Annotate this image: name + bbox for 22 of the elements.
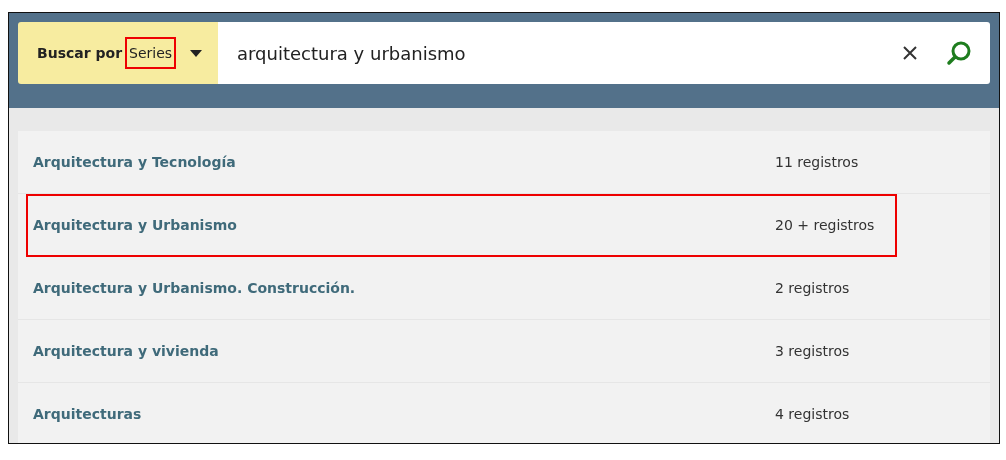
search-icon[interactable]	[946, 40, 972, 66]
result-title[interactable]: Arquitectura y Urbanismo	[33, 217, 775, 233]
result-title[interactable]: Arquitectura y vivienda	[33, 343, 775, 359]
result-count: 11 registros	[775, 154, 860, 170]
result-count: 4 registros	[775, 406, 851, 422]
result-row[interactable]: Arquitectura y vivienda 3 registros	[18, 320, 990, 383]
result-row[interactable]: Arquitectura y Urbanismo 20 + registros	[26, 194, 897, 257]
search-input[interactable]: arquitectura y urbanismo	[218, 22, 990, 84]
scope-value: Series	[125, 37, 177, 69]
result-row[interactable]: Arquitecturas 4 registros	[18, 383, 990, 443]
result-count: 20 + registros	[775, 217, 876, 233]
result-title[interactable]: Arquitectura y Urbanismo. Construcción.	[33, 280, 775, 296]
result-title[interactable]: Arquitectura y Tecnología	[33, 154, 775, 170]
result-title[interactable]: Arquitecturas	[33, 406, 775, 422]
search-scope-dropdown[interactable]: Buscar por Series	[18, 22, 218, 84]
scope-label: Buscar por	[37, 45, 123, 61]
caret-icon	[190, 49, 203, 57]
close-icon[interactable]	[902, 45, 918, 61]
result-count: 2 registros	[775, 280, 851, 296]
result-count: 3 registros	[775, 343, 851, 359]
result-row[interactable]: Arquitectura y Tecnología 11 registros	[18, 131, 990, 194]
result-row[interactable]: Arquitectura y Urbanismo. Construcción. 2 registros	[18, 257, 990, 320]
